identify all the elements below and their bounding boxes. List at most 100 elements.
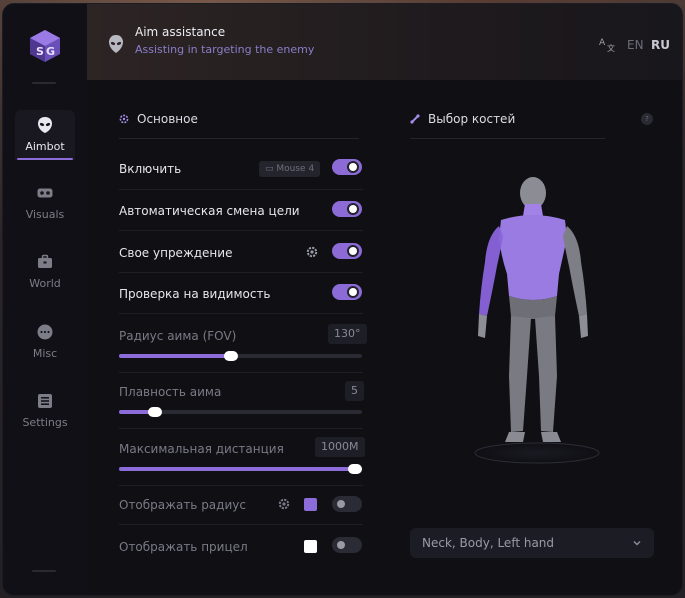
- show-radius-toggle[interactable]: [332, 496, 362, 512]
- row-divider: [119, 524, 363, 525]
- svg-text:G: G: [46, 45, 55, 58]
- alien-head-icon: [38, 117, 52, 133]
- translate-icon[interactable]: A 文: [599, 36, 617, 52]
- smooth-label: Плавность аима: [119, 385, 222, 399]
- svg-text:S: S: [36, 45, 44, 58]
- prediction-toggle[interactable]: [332, 243, 362, 259]
- list-settings-icon: [38, 394, 52, 408]
- help-badge[interactable]: ?: [641, 113, 653, 125]
- fov-label: Радиус аима (FOV): [119, 329, 237, 343]
- sidebar-item-label: Misc: [32, 347, 58, 360]
- bone-icon: [410, 114, 420, 124]
- smooth-row: Плавность аима: [119, 385, 363, 399]
- show-crosshair-label: Отображать прицел: [119, 540, 248, 554]
- toggle-knob: [347, 161, 359, 173]
- left-hand-bone[interactable]: [479, 226, 503, 316]
- sidebar-item-label: Visuals: [25, 208, 65, 221]
- prediction-label: Свое упреждение: [119, 246, 233, 260]
- show-crosshair-row: Отображать прицел: [119, 540, 363, 554]
- page-title: Aim assistance: [135, 25, 226, 39]
- language-ru-button[interactable]: RU: [651, 38, 670, 52]
- enable-toggle[interactable]: [332, 159, 362, 175]
- keybind-button[interactable]: ▭ Mouse 4: [259, 161, 321, 177]
- section-title: Выбор костей: [428, 112, 516, 126]
- crosshair-color-swatch[interactable]: [304, 540, 317, 553]
- sidebar-divider: [32, 82, 56, 84]
- section-header-bones: Выбор костей: [410, 112, 515, 126]
- chat-dots-icon: [37, 324, 53, 340]
- bones-panel: Выбор костей ? Neck, Body, Left hand: [397, 94, 669, 579]
- left-forearm: [478, 314, 487, 338]
- sidebar-divider-bottom: [32, 570, 56, 572]
- fov-slider-handle[interactable]: [223, 351, 238, 361]
- fov-row: Радиус аима (FOV): [119, 329, 363, 343]
- max-distance-slider[interactable]: [119, 464, 362, 474]
- briefcase-icon: [38, 254, 52, 268]
- row-divider: [119, 230, 363, 231]
- svg-text:A: A: [599, 38, 606, 48]
- auto-switch-toggle[interactable]: [332, 201, 362, 217]
- keybind-label: Mouse 4: [276, 164, 315, 174]
- sg-logo-icon: S G: [30, 30, 60, 62]
- row-divider: [119, 272, 363, 273]
- gear-icon[interactable]: [306, 246, 318, 258]
- sidebar-item-label: Settings: [22, 416, 68, 429]
- alien-head-icon: [109, 35, 123, 53]
- sidebar: [3, 4, 87, 595]
- sidebar-item-label: Aimbot: [25, 140, 65, 153]
- fov-slider[interactable]: [119, 351, 362, 361]
- chevron-down-icon: [633, 540, 641, 546]
- right-hand-bone[interactable]: [563, 226, 587, 316]
- section-header-main: Основное: [119, 112, 198, 126]
- cheat-window: S G Aimbot Visuals World Misc Settings A…: [2, 3, 683, 596]
- sidebar-item-aimbot[interactable]: Aimbot: [15, 110, 75, 160]
- smooth-slider[interactable]: [119, 407, 362, 417]
- main-settings-panel: Основное Включить ▭ Mouse 4 Автоматическ…: [103, 94, 377, 579]
- row-divider: [119, 189, 363, 190]
- language-en-button[interactable]: EN: [627, 38, 644, 52]
- neck-bone[interactable]: [523, 204, 543, 216]
- left-foot: [505, 432, 525, 442]
- sidebar-item-world[interactable]: World: [15, 247, 75, 297]
- enable-row: Включить: [119, 162, 363, 176]
- section-divider: [410, 138, 605, 139]
- vr-goggles-icon: [37, 188, 53, 198]
- visibility-check-toggle[interactable]: [332, 284, 362, 300]
- toggle-knob: [347, 203, 359, 215]
- gear-icon[interactable]: [278, 498, 290, 510]
- platform-shadow: [474, 442, 600, 464]
- gear-icon: [119, 114, 129, 124]
- toggle-knob: [335, 539, 347, 551]
- body-model[interactable]: [467, 176, 607, 466]
- visibility-check-row: Проверка на видимость: [119, 287, 363, 301]
- show-crosshair-toggle[interactable]: [332, 537, 362, 553]
- prediction-row: Свое упреждение: [119, 246, 363, 260]
- page-subtitle: Assisting in targeting the enemy: [135, 43, 315, 56]
- fov-value[interactable]: 130°: [328, 324, 367, 344]
- visibility-check-label: Проверка на видимость: [119, 287, 271, 301]
- sidebar-item-settings[interactable]: Settings: [15, 386, 75, 436]
- max-distance-slider-fill: [119, 467, 362, 471]
- right-foot: [541, 432, 561, 442]
- smooth-slider-handle[interactable]: [148, 407, 163, 417]
- sidebar-item-visuals[interactable]: Visuals: [15, 178, 75, 228]
- row-divider: [119, 313, 363, 314]
- row-divider: [119, 485, 363, 486]
- body-bone[interactable]: [499, 215, 567, 300]
- max-distance-label: Максимальная дистанция: [119, 442, 284, 456]
- sidebar-item-misc[interactable]: Misc: [15, 317, 75, 367]
- sidebar-item-label: World: [29, 277, 61, 290]
- row-divider: [119, 372, 363, 373]
- max-distance-slider-handle[interactable]: [348, 464, 362, 474]
- row-divider: [119, 428, 363, 429]
- toggle-knob: [335, 498, 347, 510]
- enable-label: Включить: [119, 162, 182, 176]
- toggle-knob: [347, 286, 359, 298]
- radius-color-swatch[interactable]: [304, 498, 317, 511]
- smooth-value[interactable]: 5: [345, 381, 364, 401]
- bones-dropdown[interactable]: Neck, Body, Left hand: [410, 528, 654, 558]
- auto-switch-row: Автоматическая смена цели: [119, 204, 363, 218]
- left-leg-bone[interactable]: [509, 316, 531, 432]
- max-distance-value[interactable]: 1000M: [315, 437, 365, 457]
- right-leg-bone[interactable]: [535, 316, 557, 432]
